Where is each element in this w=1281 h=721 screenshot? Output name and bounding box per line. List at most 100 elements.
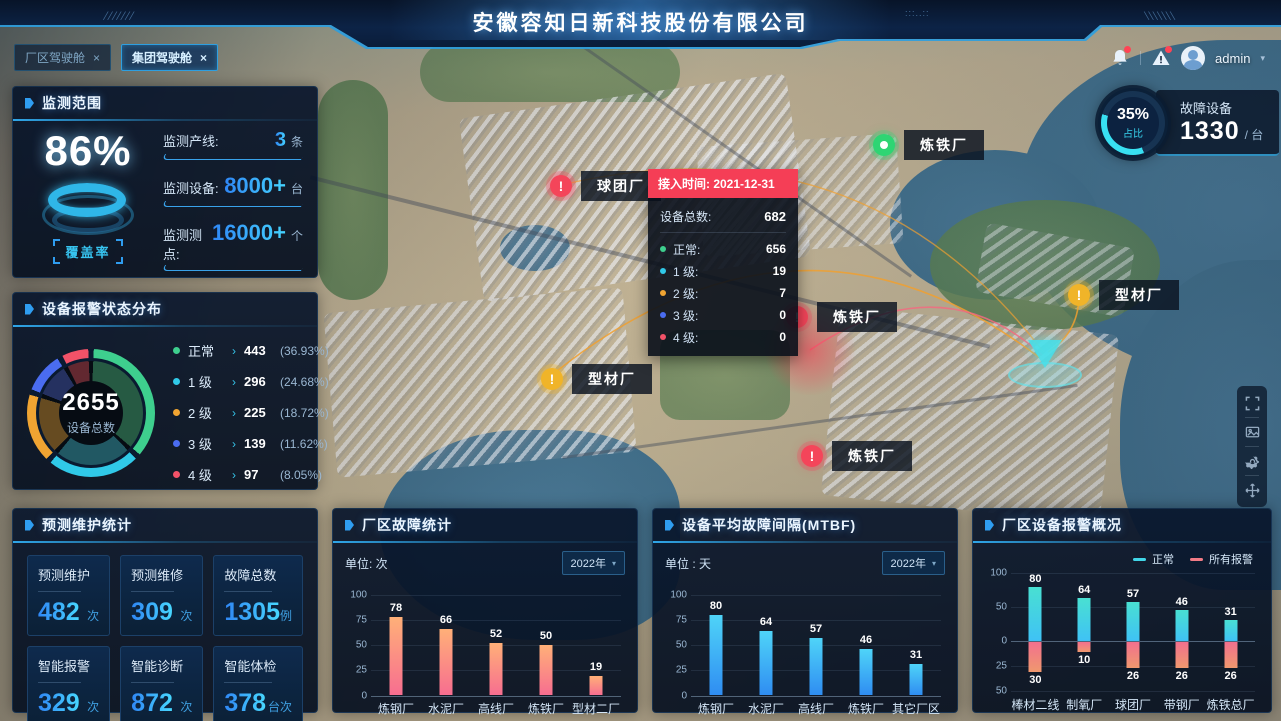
panel-marker-icon xyxy=(25,98,34,109)
marker-inner-dot xyxy=(880,141,888,149)
year-select[interactable]: 2022年▾ xyxy=(562,551,626,575)
legend-value: 225 xyxy=(244,405,280,420)
tab-close-icon[interactable]: × xyxy=(93,51,100,65)
category-label: 高线厂 xyxy=(471,700,521,717)
alarm-legend-row: 3 级›139(11.62%) xyxy=(173,428,329,459)
stat-card-label: 智能体检 xyxy=(224,656,292,675)
bar-column[interactable]: 19 xyxy=(571,595,621,695)
factory-marker-warning[interactable]: !型材厂 xyxy=(541,364,652,394)
marker-status-icon: ! xyxy=(801,445,823,467)
y-axis-tick: 75 xyxy=(661,615,687,626)
stat-card[interactable]: 智能诊断872次 xyxy=(120,646,203,721)
bar-column[interactable]: 8030 xyxy=(1011,573,1060,691)
stat-card[interactable]: 预测维修309次 xyxy=(120,555,203,636)
warning-triangle-icon[interactable] xyxy=(1151,48,1171,68)
year-select[interactable]: 2022年▾ xyxy=(882,551,946,575)
factory-marker-warning[interactable]: !型材厂 xyxy=(1068,280,1179,310)
panel-alarm-distribution: 设备报警状态分布 2655 设备总数 正常›443(36.93%)1 级›296… xyxy=(12,292,318,490)
marker-status-icon: ! xyxy=(1068,284,1090,306)
legend-percent: (24.68%) xyxy=(280,375,329,389)
y-axis-tick: 50 xyxy=(981,602,1007,613)
bar-column[interactable]: 6410 xyxy=(1060,573,1109,691)
bar-column[interactable]: 64 xyxy=(741,595,791,695)
bar-column[interactable]: 66 xyxy=(421,595,471,695)
bar-column[interactable]: 57 xyxy=(791,595,841,695)
scope-row-value: 16000+ xyxy=(212,220,286,246)
bar-value-label: 64 xyxy=(1060,584,1109,596)
tooltip-header: 接入时间: 2021-12-31 xyxy=(648,169,798,198)
stat-card-value: 309 xyxy=(131,598,173,627)
factory-marker-alarm[interactable]: !球团厂 xyxy=(550,171,661,201)
user-dropdown-caret[interactable]: ▾ xyxy=(1260,53,1265,64)
panel-monitor-scope: 监测范围 86% 覆盖率 监测产线:3条监测设备:8000+台监测测点:1600… xyxy=(12,86,318,278)
scope-row-value: 3 xyxy=(275,129,286,152)
user-avatar[interactable] xyxy=(1181,46,1205,70)
legend-arrow-icon: › xyxy=(232,437,236,451)
panel-marker-icon xyxy=(665,520,674,531)
bar-column[interactable]: 46 xyxy=(841,595,891,695)
scope-row-label: 监测设备: xyxy=(163,178,219,197)
tab-factory-cockpit[interactable]: 厂区驾驶舱× xyxy=(14,44,111,71)
alarm-overview-chart: 正常所有报警100500255080306410572646263126棒材二线… xyxy=(981,553,1259,713)
bar-column[interactable]: 31 xyxy=(891,595,941,695)
bar-alarm xyxy=(1029,642,1042,672)
bar-value-label: 31 xyxy=(1206,606,1255,618)
legend-name: 1 级 xyxy=(188,372,230,391)
settings-gear-icon[interactable] xyxy=(1237,448,1267,474)
grid-line xyxy=(1011,691,1255,692)
bar-column[interactable]: 50 xyxy=(521,595,571,695)
stat-card[interactable]: 智能体检378台次 xyxy=(213,646,303,721)
bar-column[interactable]: 78 xyxy=(371,595,421,695)
factory-marker-normal[interactable]: 炼铁厂 xyxy=(873,130,984,160)
tooltip-row-value: 19 xyxy=(773,264,786,278)
alarm-bell-icon[interactable] xyxy=(1110,48,1130,68)
username-label[interactable]: admin xyxy=(1215,51,1250,66)
factory-name-label: 炼铁厂 xyxy=(817,302,897,332)
marker-status-icon xyxy=(873,134,895,156)
category-label: 高线厂 xyxy=(791,700,841,717)
factory-marker-alarm[interactable]: !炼铁厂 xyxy=(801,441,912,471)
bar-column[interactable]: 31 26 xyxy=(1206,573,1255,691)
y-axis-tick: 0 xyxy=(661,690,687,701)
divider xyxy=(38,682,81,683)
bar-value-label: 46 xyxy=(841,634,891,646)
bar-value-label: 31 xyxy=(891,649,941,661)
stat-card[interactable]: 故障总数1305例 xyxy=(213,555,303,636)
fullscreen-icon[interactable] xyxy=(1237,390,1267,416)
stat-card-label: 预测维护 xyxy=(38,565,99,584)
factory-marker-alarm[interactable]: !炼铁厂 xyxy=(786,302,897,332)
bar xyxy=(710,615,723,695)
category-label: 炼铁厂 xyxy=(841,700,891,717)
alarm-legend-row: 正常›443(36.93%) xyxy=(173,335,329,366)
tooltip-row: 4 级:0 xyxy=(660,326,786,348)
stat-card[interactable]: 预测维护482次 xyxy=(27,555,110,636)
tab-group-cockpit[interactable]: 集团驾驶舱× xyxy=(121,44,218,71)
bar-column[interactable]: 52 xyxy=(471,595,521,695)
monitor-scope-row: 监测产线:3条 xyxy=(163,129,303,160)
chart-legend: 正常所有报警 xyxy=(1133,551,1253,567)
bar-column[interactable]: 80 xyxy=(691,595,741,695)
tab-close-icon[interactable]: × xyxy=(200,51,207,65)
bar xyxy=(760,631,773,695)
panel-marker-icon xyxy=(25,304,34,315)
tooltip-row: 正常:656 xyxy=(660,238,786,260)
legend-item: 正常 xyxy=(1133,551,1174,567)
pan-move-icon[interactable] xyxy=(1237,477,1267,503)
tooltip-row: 1 级:19 xyxy=(660,260,786,282)
bar-value-label: 26 xyxy=(1206,670,1255,682)
bar-value-label: 52 xyxy=(471,628,521,640)
screenshot-icon[interactable] xyxy=(1237,419,1267,445)
stat-card-unit: 次 xyxy=(180,607,192,624)
bar-normal xyxy=(1126,602,1139,641)
legend-item: 所有报警 xyxy=(1190,551,1253,567)
bar-column[interactable]: 5726 xyxy=(1109,573,1158,691)
tooltip-dot-icon xyxy=(660,268,666,274)
divider xyxy=(131,682,174,683)
legend-value: 97 xyxy=(244,467,280,482)
legend-arrow-icon: › xyxy=(232,344,236,358)
scope-row-label: 监测测点: xyxy=(163,225,212,263)
scope-row-unit: 条 xyxy=(291,133,303,150)
stat-card[interactable]: 智能报警329次 xyxy=(27,646,110,721)
bar-value-label: 64 xyxy=(741,616,791,628)
bar-column[interactable]: 4626 xyxy=(1157,573,1206,691)
